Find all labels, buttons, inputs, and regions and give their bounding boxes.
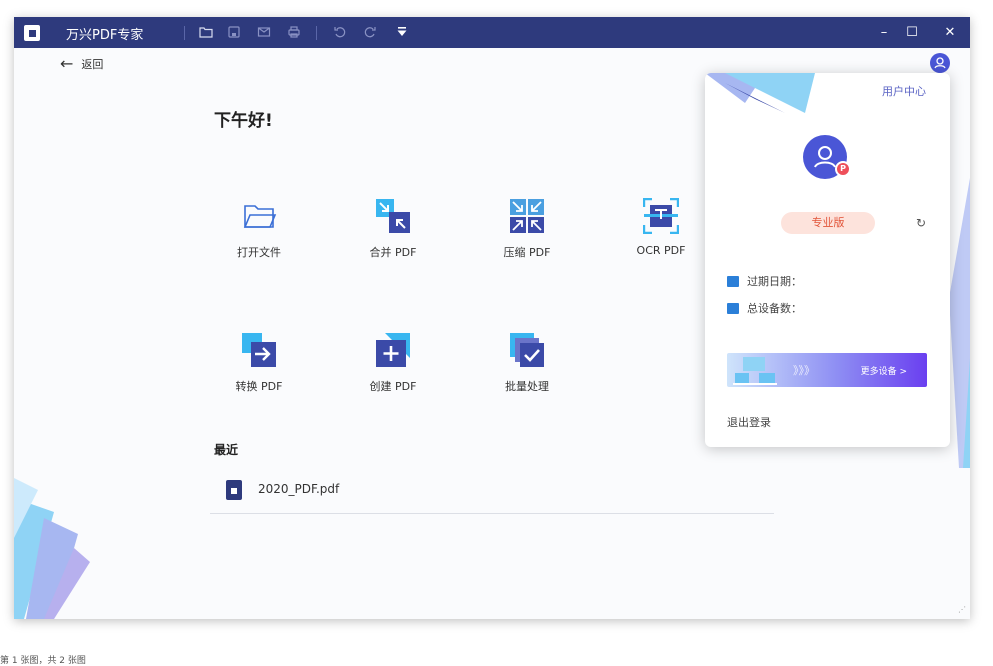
more-devices-link[interactable]: 更多设备 > xyxy=(861,364,907,377)
user-popup: 用户中心 P 专业版 ↻ 过期日期： 总设备数： 》》》 更多设备 > 退出登录 xyxy=(705,73,950,447)
image-caption: 第 1 张图，共 2 张图 xyxy=(0,656,86,666)
ocr-pdf-icon xyxy=(643,198,679,234)
app-title: 万兴PDF专家 xyxy=(66,28,144,43)
recent-file-row[interactable]: 2020_PDF.pdf xyxy=(210,478,774,514)
tool-batch-process[interactable]: 批量处理 xyxy=(482,332,572,412)
create-pdf-icon xyxy=(376,333,410,367)
logout-link[interactable]: 退出登录 xyxy=(727,414,771,430)
close-button[interactable]: ✕ xyxy=(940,23,960,43)
decorative-shards-right xyxy=(949,178,970,468)
resize-grip-icon[interactable]: ⋰ xyxy=(958,605,968,615)
user-center-link[interactable]: 用户中心 xyxy=(882,83,926,99)
pro-badge: P xyxy=(835,161,851,177)
maximize-button[interactable]: ☐ xyxy=(902,23,922,43)
title-bar: 万兴PDF专家 – ☐ ✕ xyxy=(14,17,970,48)
plan-badge: 专业版 xyxy=(781,212,875,234)
monitor-icon xyxy=(727,302,739,314)
back-arrow-icon: ← xyxy=(60,54,74,73)
tool-label: 批量处理 xyxy=(505,380,549,393)
popup-decorative-shards xyxy=(705,73,815,113)
print-icon[interactable] xyxy=(286,25,302,41)
tool-label: OCR PDF xyxy=(636,244,686,257)
devices-row: 总设备数： xyxy=(727,300,802,316)
devices-illustration-icon xyxy=(733,357,777,385)
account-avatar-button[interactable] xyxy=(930,53,950,73)
banner-arrows: 》》》 xyxy=(793,364,815,377)
refresh-icon[interactable]: ↻ xyxy=(913,215,929,231)
open-folder-icon xyxy=(243,205,277,228)
minimize-button[interactable]: – xyxy=(874,23,894,43)
tool-label: 压缩 PDF xyxy=(503,246,551,259)
batch-process-icon xyxy=(510,333,544,367)
dropdown-icon[interactable] xyxy=(394,25,410,41)
user-icon xyxy=(934,57,946,69)
tool-label: 合并 PDF xyxy=(369,246,417,259)
recent-section-title: 最近 xyxy=(214,443,239,457)
back-label: 返回 xyxy=(81,58,104,71)
save-icon[interactable] xyxy=(226,25,242,41)
convert-pdf-icon xyxy=(242,333,276,367)
back-button[interactable]: ← 返回 xyxy=(60,56,103,72)
greeting-title: 下午好! xyxy=(214,111,273,131)
merge-pdf-icon xyxy=(376,199,410,233)
undo-icon[interactable] xyxy=(332,25,348,41)
app-logo-icon xyxy=(24,25,40,41)
folder-icon[interactable] xyxy=(198,25,214,41)
redo-icon[interactable] xyxy=(362,25,378,41)
tool-convert-pdf[interactable]: 转换 PDF xyxy=(214,332,304,412)
tool-open-file[interactable]: 打开文件 xyxy=(214,198,304,278)
toolbar-separator xyxy=(316,26,317,40)
compress-pdf-icon xyxy=(510,199,544,233)
expiry-row: 过期日期： xyxy=(727,273,802,289)
mail-icon[interactable] xyxy=(256,25,272,41)
decorative-shards xyxy=(14,478,90,619)
more-devices-banner[interactable]: 》》》 更多设备 > xyxy=(727,353,927,387)
tool-ocr-pdf[interactable]: OCR PDF xyxy=(616,198,706,278)
screenshot-stage: 万兴PDF专家 – ☐ ✕ ← 返回 下午好! 打开文件 合并 PDF 压缩 P… xyxy=(0,0,993,666)
pdf-file-icon xyxy=(226,480,242,500)
calendar-icon xyxy=(727,275,739,287)
tool-label: 转换 PDF xyxy=(235,380,283,393)
toolbar-separator xyxy=(184,26,185,40)
tool-merge-pdf[interactable]: 合并 PDF xyxy=(348,198,438,278)
expiry-label: 过期日期： xyxy=(747,275,802,288)
recent-file-name: 2020_PDF.pdf xyxy=(258,482,340,496)
devices-label: 总设备数： xyxy=(747,302,802,315)
tool-label: 创建 PDF xyxy=(369,380,417,393)
tool-create-pdf[interactable]: 创建 PDF xyxy=(348,332,438,412)
tool-label: 打开文件 xyxy=(237,246,281,259)
tool-compress-pdf[interactable]: 压缩 PDF xyxy=(482,198,572,278)
